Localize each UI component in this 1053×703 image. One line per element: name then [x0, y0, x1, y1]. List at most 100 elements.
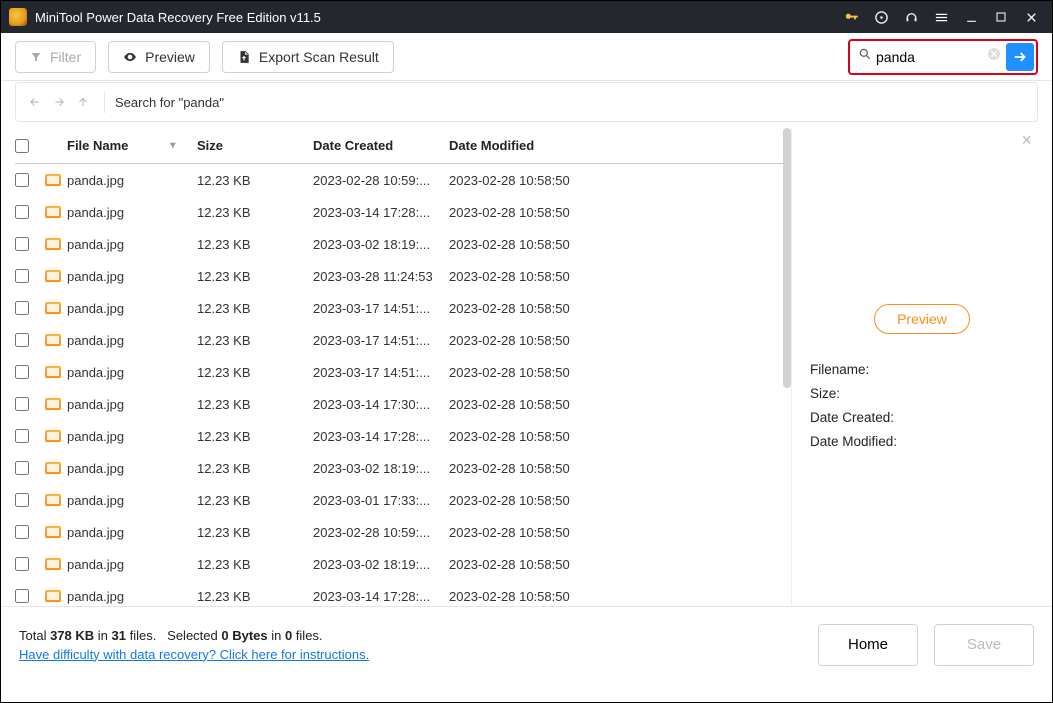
image-file-icon [45, 270, 61, 282]
window-title: MiniTool Power Data Recovery Free Editio… [35, 10, 834, 25]
file-created: 2023-03-02 18:19:... [313, 557, 449, 572]
file-size: 12.23 KB [197, 365, 313, 380]
file-modified: 2023-02-28 10:58:50 [449, 461, 609, 476]
meta-filename-label: Filename: [810, 358, 1038, 382]
table-row[interactable]: panda.jpg12.23 KB2023-03-17 14:51:...202… [15, 356, 785, 388]
image-file-icon [45, 590, 61, 602]
image-file-icon [45, 174, 61, 186]
search-go-button[interactable] [1006, 43, 1034, 71]
row-checkbox[interactable] [15, 397, 29, 411]
file-created: 2023-02-28 10:59:... [313, 173, 449, 188]
separator [104, 91, 105, 113]
export-button[interactable]: Export Scan Result [222, 41, 394, 73]
file-created: 2023-03-17 14:51:... [313, 301, 449, 316]
row-checkbox[interactable] [15, 493, 29, 507]
table-row[interactable]: panda.jpg12.23 KB2023-03-02 18:19:...202… [15, 452, 785, 484]
file-created: 2023-03-01 17:33:... [313, 493, 449, 508]
table-row[interactable]: panda.jpg12.23 KB2023-03-14 17:28:...202… [15, 420, 785, 452]
status-text: Total 378 KB in 31 files. Selected 0 Byt… [19, 628, 369, 643]
table-row[interactable]: panda.jpg12.23 KB2023-03-02 18:19:...202… [15, 548, 785, 580]
side-panel: × Preview Filename: Size: Date Created: … [806, 128, 1038, 606]
file-name: panda.jpg [67, 461, 197, 476]
preview-button[interactable]: Preview [108, 41, 210, 73]
footer: Total 378 KB in 31 files. Selected 0 Byt… [1, 606, 1052, 682]
close-panel-icon[interactable]: × [1021, 130, 1032, 151]
maximize-icon[interactable] [988, 4, 1014, 30]
row-checkbox[interactable] [15, 557, 29, 571]
select-all-checkbox[interactable] [15, 139, 29, 153]
row-checkbox[interactable] [15, 269, 29, 283]
row-checkbox[interactable] [15, 461, 29, 475]
table-row[interactable]: panda.jpg12.23 KB2023-03-14 17:30:...202… [15, 388, 785, 420]
table-row[interactable]: panda.jpg12.23 KB2023-03-14 17:28:...202… [15, 196, 785, 228]
file-size: 12.23 KB [197, 493, 313, 508]
image-file-icon [45, 302, 61, 314]
file-created: 2023-03-02 18:19:... [313, 461, 449, 476]
table-row[interactable]: panda.jpg12.23 KB2023-02-28 10:59:...202… [15, 164, 785, 196]
home-button[interactable]: Home [818, 624, 918, 666]
table-row[interactable]: panda.jpg12.23 KB2023-03-01 17:33:...202… [15, 484, 785, 516]
file-size: 12.23 KB [197, 461, 313, 476]
row-checkbox[interactable] [15, 525, 29, 539]
disc-icon[interactable] [868, 4, 894, 30]
image-file-icon [45, 334, 61, 346]
file-size: 12.23 KB [197, 333, 313, 348]
search-input[interactable] [876, 49, 986, 65]
help-link[interactable]: Have difficulty with data recovery? Clic… [19, 647, 369, 662]
col-name[interactable]: File Name [67, 138, 128, 153]
row-checkbox[interactable] [15, 333, 29, 347]
app-logo-icon [9, 8, 27, 26]
table-row[interactable]: panda.jpg12.23 KB2023-03-17 14:51:...202… [15, 292, 785, 324]
meta-modified-label: Date Modified: [810, 430, 1038, 454]
file-created: 2023-03-14 17:28:... [313, 205, 449, 220]
file-modified: 2023-02-28 10:58:50 [449, 333, 609, 348]
file-created: 2023-03-17 14:51:... [313, 333, 449, 348]
file-name: panda.jpg [67, 173, 197, 188]
row-checkbox[interactable] [15, 301, 29, 315]
image-file-icon [45, 398, 61, 410]
export-label: Export Scan Result [259, 49, 379, 65]
row-checkbox[interactable] [15, 237, 29, 251]
row-checkbox[interactable] [15, 173, 29, 187]
image-file-icon [45, 238, 61, 250]
file-name: panda.jpg [67, 589, 197, 604]
side-preview-button[interactable]: Preview [874, 304, 970, 334]
row-checkbox[interactable] [15, 365, 29, 379]
clear-search-icon[interactable] [986, 46, 1002, 67]
filter-button[interactable]: Filter [15, 41, 96, 73]
export-icon [237, 50, 251, 64]
file-size: 12.23 KB [197, 237, 313, 252]
breadcrumb-bar: Search for "panda" [15, 82, 1038, 122]
col-created[interactable]: Date Created [313, 138, 449, 153]
save-button[interactable]: Save [934, 624, 1034, 666]
nav-up-icon[interactable] [76, 95, 90, 109]
sort-indicator-icon[interactable]: ▾ [170, 140, 175, 151]
table-row[interactable]: panda.jpg12.23 KB2023-03-17 14:51:...202… [15, 324, 785, 356]
close-icon[interactable] [1018, 4, 1044, 30]
table-row[interactable]: panda.jpg12.23 KB2023-02-28 10:59:...202… [15, 516, 785, 548]
row-checkbox[interactable] [15, 205, 29, 219]
key-icon[interactable] [838, 4, 864, 30]
scrollbar[interactable] [783, 128, 791, 388]
table-row[interactable]: panda.jpg12.23 KB2023-03-28 11:24:532023… [15, 260, 785, 292]
file-name: panda.jpg [67, 205, 197, 220]
file-created: 2023-03-14 17:28:... [313, 589, 449, 604]
row-checkbox[interactable] [15, 589, 29, 603]
title-bar: MiniTool Power Data Recovery Free Editio… [1, 1, 1052, 33]
minimize-icon[interactable] [958, 4, 984, 30]
col-size[interactable]: Size [197, 138, 313, 153]
file-name: panda.jpg [67, 333, 197, 348]
menu-icon[interactable] [928, 4, 954, 30]
file-modified: 2023-02-28 10:58:50 [449, 589, 609, 604]
nav-forward-icon[interactable] [52, 95, 66, 109]
row-checkbox[interactable] [15, 429, 29, 443]
table-row[interactable]: panda.jpg12.23 KB2023-03-14 17:28:...202… [15, 580, 785, 604]
image-file-icon [45, 526, 61, 538]
table-row[interactable]: panda.jpg12.23 KB2023-03-02 18:19:...202… [15, 228, 785, 260]
file-size: 12.23 KB [197, 173, 313, 188]
nav-back-icon[interactable] [28, 95, 42, 109]
file-modified: 2023-02-28 10:58:50 [449, 237, 609, 252]
image-file-icon [45, 206, 61, 218]
col-modified[interactable]: Date Modified [449, 138, 609, 153]
headphones-icon[interactable] [898, 4, 924, 30]
